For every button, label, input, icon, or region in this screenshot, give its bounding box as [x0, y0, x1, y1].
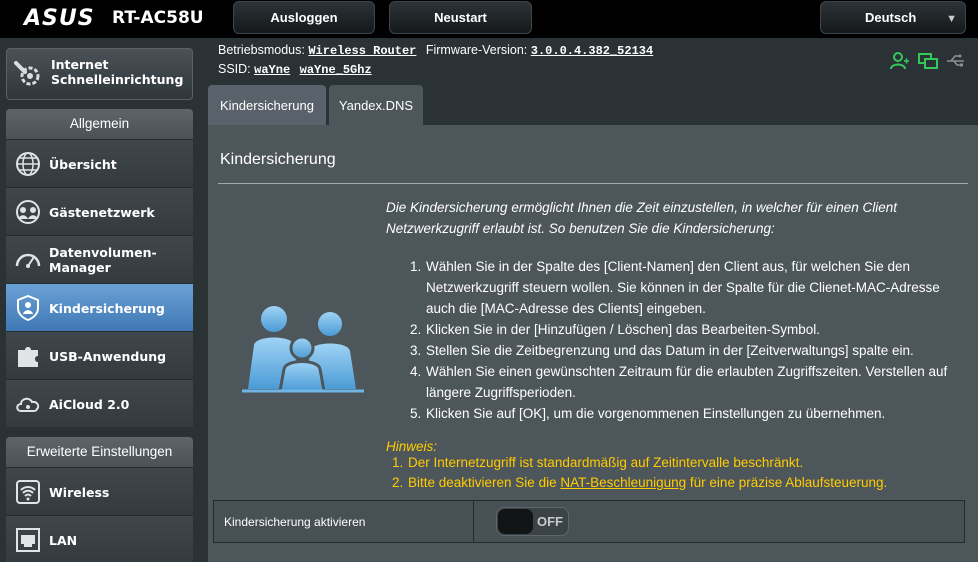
title-divider — [218, 183, 968, 184]
toggle-knob — [498, 509, 533, 534]
sidebar-item-label: LAN — [49, 532, 78, 548]
parental-control-toggle[interactable]: OFF — [496, 507, 569, 536]
wrench-gear-icon — [13, 59, 43, 89]
list-item: 3. Stellen Sie die Zeitbegrenzung und das… — [410, 343, 914, 358]
tab-parental-control[interactable]: Kindersicherung — [208, 85, 326, 125]
network-icon[interactable] — [918, 52, 938, 70]
sidebar-item-traffic-manager[interactable]: Datenvolumen-Manager — [6, 235, 193, 283]
sidebar-item-label: Gästenetzwerk — [49, 204, 155, 220]
sidebar-item-wireless[interactable]: Wireless — [6, 467, 193, 515]
firmware-label: Firmware-Version: — [425, 43, 528, 57]
nat-acceleration-link[interactable]: NAT-Beschleunigung — [560, 475, 686, 490]
guest-globe-icon — [14, 198, 42, 226]
parental-shield-icon — [14, 294, 42, 322]
language-select[interactable]: Deutsch ▼ — [820, 1, 966, 34]
instruction-steps: 1. Wählen Sie in der Spalte des [Client-N… — [410, 256, 950, 424]
sidebar-item-label: AiCloud 2.0 — [49, 396, 130, 412]
ssid-link-5[interactable]: waYne_5Ghz — [300, 63, 372, 77]
sidebar-item-label: Kindersicherung — [49, 300, 165, 316]
sidebar-item-label: USB-Anwendung — [49, 348, 167, 364]
language-value: Deutsch — [865, 10, 917, 25]
tab-yandex-dns[interactable]: Yandex.DNS — [329, 85, 423, 125]
speedometer-icon — [14, 246, 42, 274]
lan-icon — [14, 526, 42, 554]
chevron-down-icon: ▼ — [946, 13, 957, 25]
sidebar-item-overview[interactable]: Übersicht — [6, 139, 193, 187]
top-bar: ASUS RT-AC58U Ausloggen Neustart Deutsch… — [0, 0, 978, 38]
description-text: Die Kindersicherung ermöglicht Ihnen die… — [386, 200, 898, 236]
list-item: 2. Klicken Sie in der [Hinzufügen / Lösch… — [410, 322, 820, 337]
sidebar-item-lan[interactable]: LAN — [6, 515, 193, 562]
status-icons — [890, 52, 966, 70]
usb-icon[interactable] — [946, 52, 966, 70]
ssid-link-24[interactable]: waYne — [254, 63, 290, 77]
sidebar-item-label: Datenvolumen-Manager — [49, 245, 157, 275]
group-header-advanced: Erweiterte Einstellungen — [6, 437, 193, 467]
router-model: RT-AC58U — [112, 8, 204, 28]
list-item: 1. Der Internetzugriff ist standardmäßig … — [392, 455, 804, 470]
hint-list: 1. Der Internetzugriff ist standardmäßig … — [392, 453, 952, 493]
ssid-line: SSID: waYne waYne_5Ghz — [218, 62, 378, 77]
list-item: 1. Wählen Sie in der Spalte des [Client-N… — [410, 259, 940, 316]
menu-group-general: Allgemein Übersicht Gästenetzwerk Datenv… — [6, 109, 193, 427]
puzzle-icon — [14, 342, 42, 370]
asus-logo: ASUS — [24, 6, 95, 31]
sidebar-item-label: Wireless — [49, 484, 110, 500]
page-title: Kindersicherung — [220, 151, 336, 168]
sidebar-item-parental-control[interactable]: Kindersicherung — [6, 283, 193, 331]
family-illustration-icon — [238, 305, 368, 395]
quick-setup-label: Internet Schnelleinrichtung — [51, 57, 184, 87]
globe-map-icon — [14, 150, 42, 178]
group-header-general: Allgemein — [6, 109, 193, 139]
list-item: 4. Wählen Sie einen gewünschten Zeitraum … — [410, 364, 948, 400]
mode-label: Betriebsmodus: — [218, 43, 305, 57]
menu-group-advanced: Erweiterte Einstellungen Wireless LAN — [6, 437, 193, 562]
wifi-icon — [14, 478, 42, 506]
list-item: 2. Bitte deaktivieren Sie die NAT-Beschle… — [392, 475, 888, 490]
sidebar-item-usb-application[interactable]: USB-Anwendung — [6, 331, 193, 379]
info-bar: Betriebsmodus: Wireless Router Firmware-… — [218, 40, 978, 80]
ssid-label: SSID: — [218, 62, 251, 76]
logout-button[interactable]: Ausloggen — [233, 1, 375, 34]
sidebar-item-guest-network[interactable]: Gästenetzwerk — [6, 187, 193, 235]
user-client-icon[interactable] — [890, 52, 910, 70]
mode-firmware-line: Betriebsmodus: Wireless Router Firmware-… — [218, 43, 659, 58]
list-item: 5. Klicken Sie auf [OK], um die vorgenomm… — [410, 406, 886, 421]
cloud-icon — [14, 390, 42, 418]
setting-label: Kindersicherung aktivieren — [214, 501, 474, 542]
enable-parental-control-row: Kindersicherung aktivieren OFF — [213, 500, 965, 543]
toggle-state: OFF — [537, 514, 563, 529]
mode-link[interactable]: Wireless Router — [308, 44, 416, 58]
main-panel: Kindersicherung Die Kindersicherung ermö… — [208, 125, 978, 562]
sidebar-item-quick-setup[interactable]: Internet Schnelleinrichtung — [6, 48, 193, 100]
reboot-button[interactable]: Neustart — [389, 1, 532, 34]
firmware-link[interactable]: 3.0.0.4.382_52134 — [531, 44, 653, 58]
sidebar-item-label: Übersicht — [49, 156, 117, 172]
sidebar-item-aicloud[interactable]: AiCloud 2.0 — [6, 379, 193, 427]
